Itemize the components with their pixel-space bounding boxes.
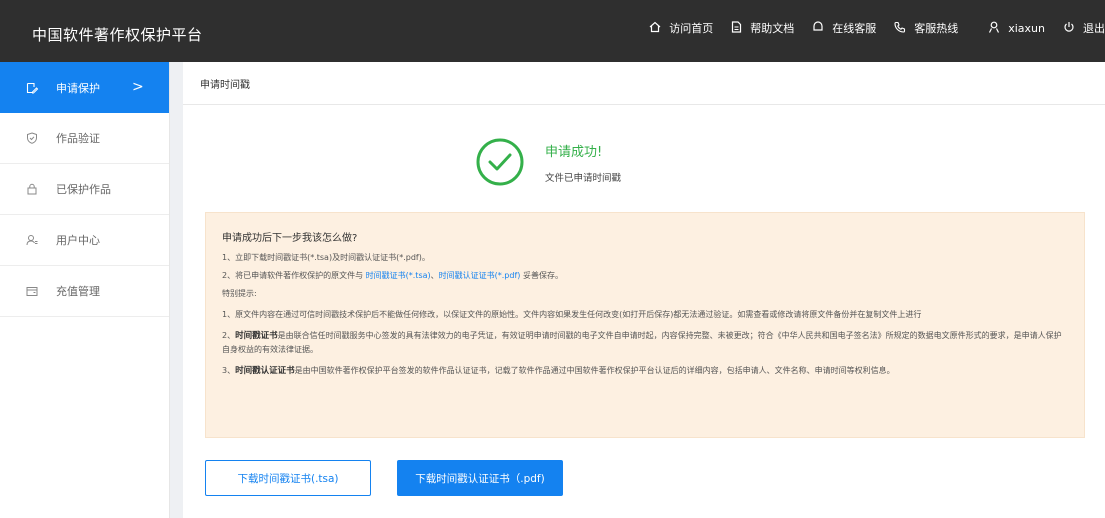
success-subtitle: 文件已申请时间戳 — [545, 172, 622, 184]
sidebar-item-label: 申请保护 — [56, 81, 100, 95]
download-tsa-button[interactable]: 下载时间戳证书(.tsa) — [205, 460, 371, 496]
sidebar-item-label: 用户中心 — [56, 234, 100, 247]
success-title: 申请成功! — [545, 144, 603, 160]
wallet-icon — [26, 285, 38, 297]
download-pdf-button[interactable]: 下载时间戳认证证书（.pdf) — [397, 460, 563, 496]
lock-icon — [26, 183, 38, 195]
sidebar: 申请保护 > 作品验证 已保护作品 用户中心 充值管理 — [0, 62, 170, 518]
user-icon — [26, 234, 38, 246]
power-icon — [1063, 21, 1083, 36]
page-title: 申请时间戳 — [200, 79, 250, 91]
user-icon — [988, 21, 1008, 36]
notice-tip-2: 2、时间戳证书是由联合信任时间戳服务中心签发的具有法律效力的电子凭证，有效证明申… — [222, 331, 1062, 354]
document-icon — [731, 20, 750, 36]
notice-tip-1: 1、原文件内容在通过可信时间戳技术保护后不能做任何修改，以保证文件的原始性。文件… — [222, 310, 922, 319]
notice-tip-3: 3、时间戳认证证书是由中国软件著作权保护平台签发的软件作品认证证书，记载了软件作… — [222, 366, 895, 376]
nav-user[interactable]: xiaxun — [988, 21, 1045, 36]
shield-icon — [26, 132, 38, 144]
sidebar-item-user-center[interactable]: 用户中心 — [0, 215, 169, 266]
notice-step-1: 1、立即下载时间戳证书(*.tsa)及时间戳认证证书(*.pdf)。 — [222, 253, 430, 262]
header-nav: 访问首页 帮助文档 在线客服 客服热线 xiaxun 退出 — [631, 20, 1105, 36]
pdf-cert-link[interactable]: 时间戳认证证书(*.pdf) — [439, 271, 521, 280]
notice-heading: 申请成功后下一步我该怎么做? — [222, 233, 358, 244]
chat-icon — [812, 20, 832, 36]
nav-home[interactable]: 访问首页 — [649, 20, 713, 36]
app-title: 中国软件著作权保护平台 — [32, 26, 203, 44]
nav-logout[interactable]: 退出 — [1063, 20, 1105, 36]
nav-online-service[interactable]: 在线客服 — [812, 20, 876, 36]
sidebar-item-label: 充值管理 — [56, 285, 100, 298]
main-panel: 申请时间戳 申请成功! 文件已申请时间戳 申请成功后下一步我该怎么做? 1、立即… — [183, 62, 1105, 518]
top-header: 中国软件著作权保护平台 访问首页 帮助文档 在线客服 客服热线 xiaxun 退… — [0, 0, 1105, 62]
nav-hotline[interactable]: 客服热线 — [894, 20, 958, 36]
notice-step-2: 2、将已申请软件著作权保护的原文件与 时间戳证书(*.tsa)、时间戳认证证书(… — [222, 271, 563, 280]
nav-home-label: 访问首页 — [669, 22, 714, 35]
phone-icon — [894, 21, 914, 36]
sidebar-item-protected-works[interactable]: 已保护作品 — [0, 164, 169, 215]
tsa-cert-link[interactable]: 时间戳证书(*.tsa) — [366, 271, 431, 280]
nav-hotline-label: 客服热线 — [914, 22, 959, 35]
chevron-right-icon: > — [132, 79, 144, 95]
next-steps-notice: 申请成功后下一步我该怎么做? 1、立即下载时间戳证书(*.tsa)及时间戳认证证… — [205, 212, 1085, 438]
sidebar-item-apply-protection[interactable]: 申请保护 > — [0, 62, 169, 113]
edit-icon — [26, 82, 38, 94]
nav-username: xiaxun — [1008, 21, 1045, 35]
sidebar-item-recharge[interactable]: 充值管理 — [0, 266, 169, 317]
tips-heading: 特别提示: — [222, 289, 257, 298]
sidebar-item-label: 已保护作品 — [56, 183, 111, 196]
breadcrumb: 申请时间戳 — [183, 62, 1105, 105]
home-icon — [649, 21, 669, 36]
nav-help-label: 帮助文档 — [750, 22, 795, 35]
sidebar-item-verify-work[interactable]: 作品验证 — [0, 113, 169, 164]
nav-service-label: 在线客服 — [832, 22, 877, 35]
success-check-icon — [476, 138, 524, 186]
nav-logout-label: 退出 — [1083, 22, 1105, 35]
sidebar-item-label: 作品验证 — [56, 132, 100, 145]
nav-help-docs[interactable]: 帮助文档 — [731, 20, 794, 36]
success-message: 申请成功! 文件已申请时间戳 — [475, 137, 621, 187]
